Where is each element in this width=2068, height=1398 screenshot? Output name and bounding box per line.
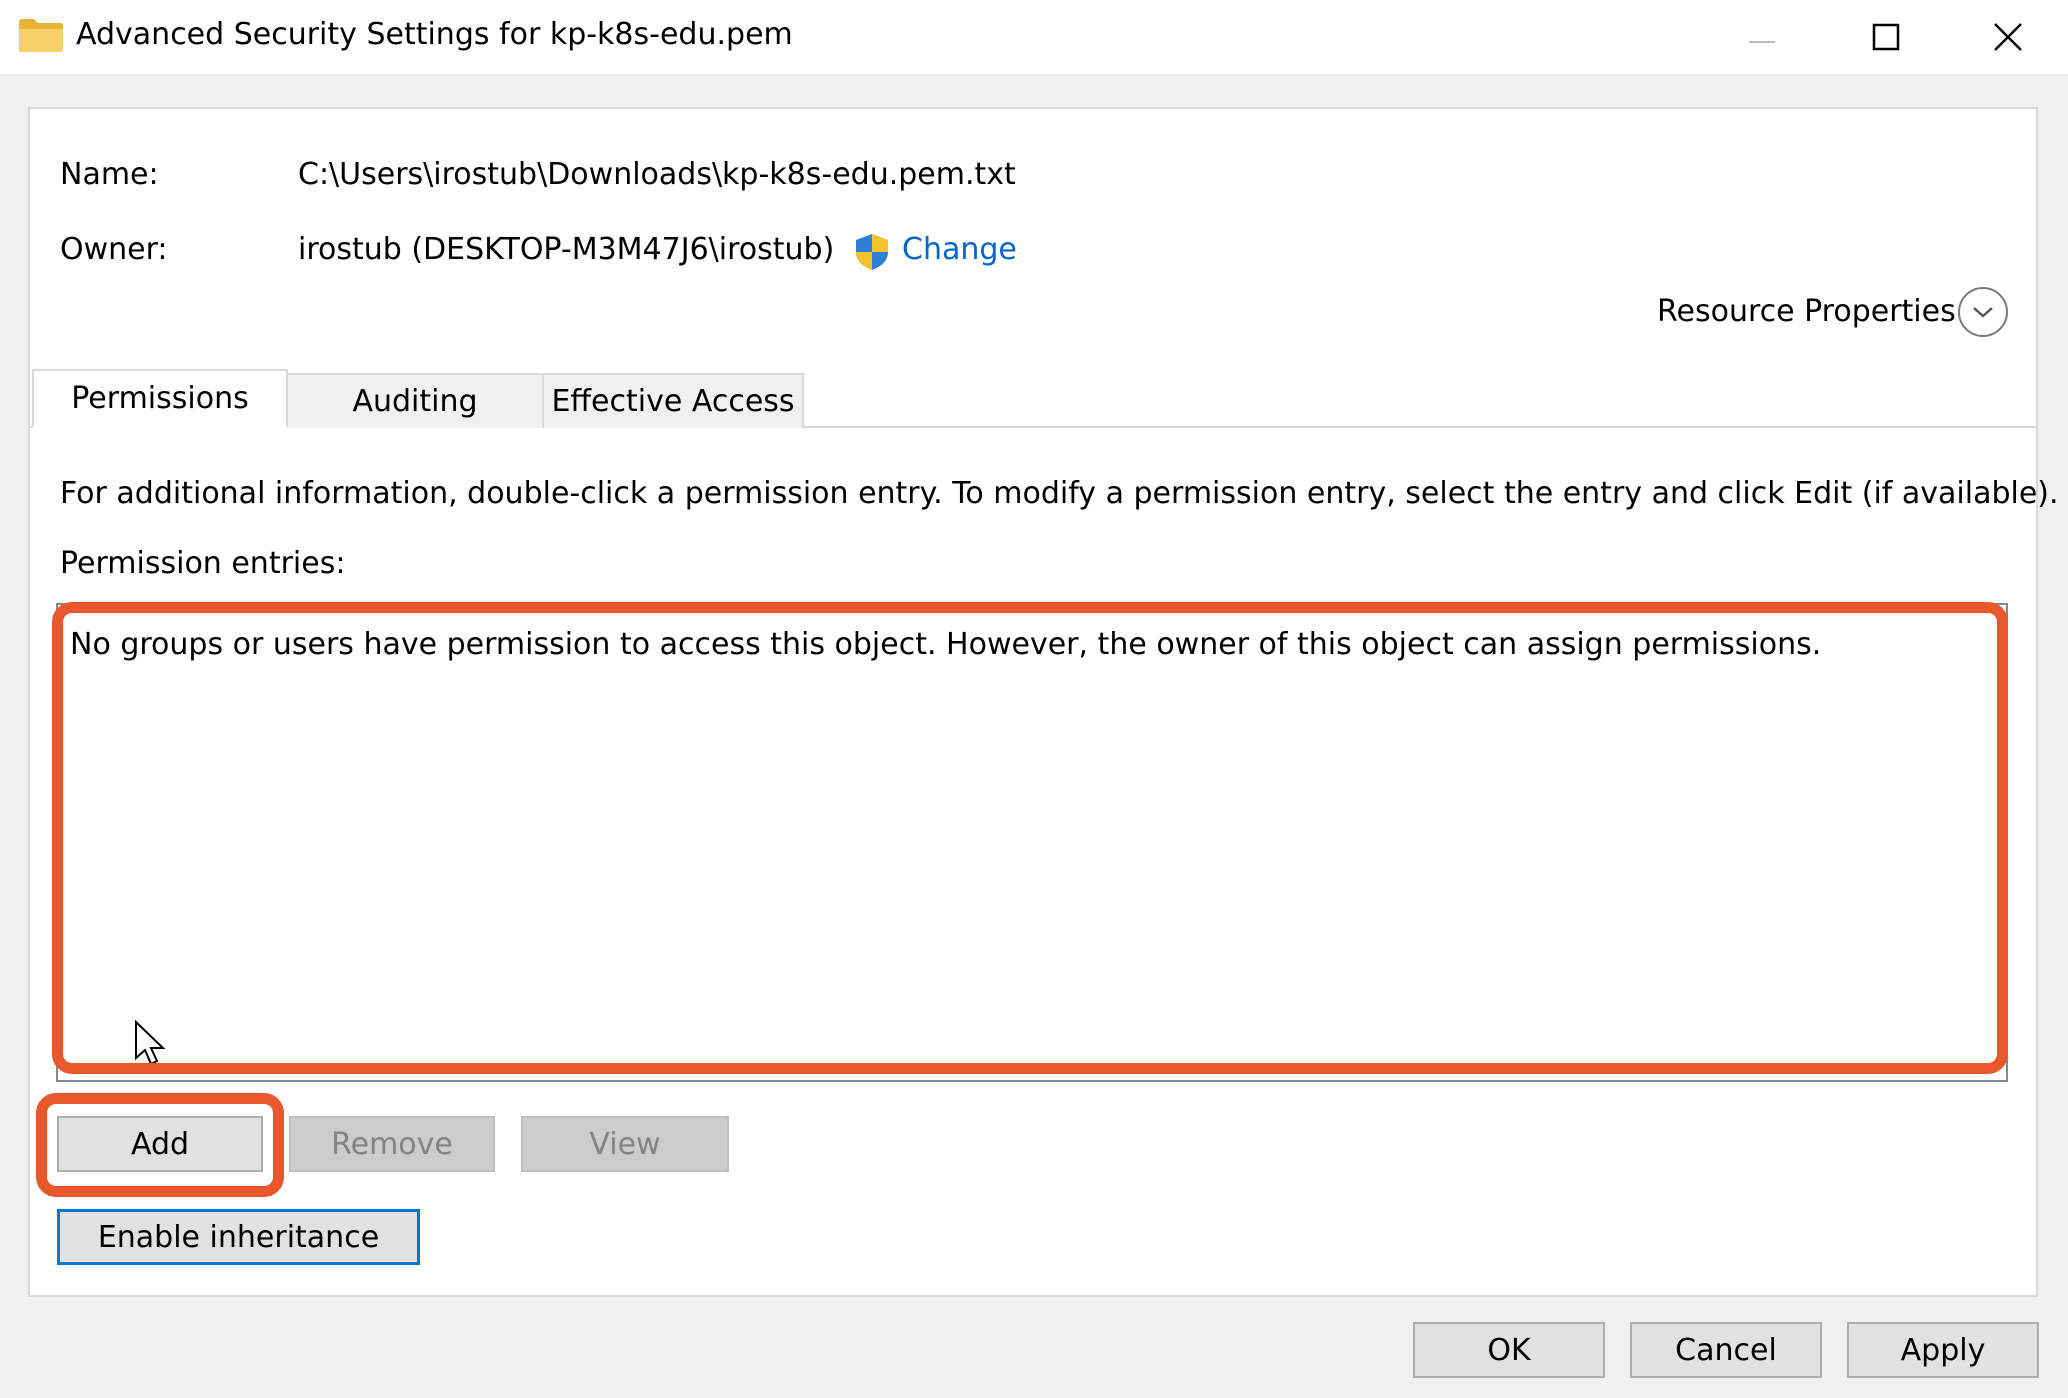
title-bar: Advanced Security Settings for kp-k8s-ed…: [0, 0, 2068, 74]
window-title: Advanced Security Settings for kp-k8s-ed…: [76, 17, 793, 52]
minimize-icon: [1749, 41, 1775, 43]
tab-effective-access[interactable]: Effective Access: [542, 373, 804, 428]
chevron-down-icon: [1973, 307, 1993, 318]
name-label: Name:: [60, 157, 159, 192]
mouse-cursor-icon: [135, 1020, 166, 1066]
minimize-button[interactable]: [1702, 0, 1822, 74]
tab-permissions[interactable]: Permissions: [32, 369, 288, 428]
owner-label: Owner:: [60, 232, 168, 267]
maximize-button[interactable]: [1826, 0, 1946, 74]
empty-permissions-message: No groups or users have permission to ac…: [70, 627, 1822, 662]
folder-icon: [19, 19, 63, 52]
ok-button[interactable]: OK: [1413, 1322, 1605, 1378]
change-owner-link[interactable]: Change: [902, 230, 1017, 270]
close-icon: [1994, 23, 2022, 51]
view-button[interactable]: View: [521, 1116, 729, 1172]
close-button[interactable]: [1948, 0, 2068, 74]
permission-entries-label: Permission entries:: [60, 546, 346, 581]
apply-button[interactable]: Apply: [1847, 1322, 2039, 1378]
resource-properties-expand-button[interactable]: [1958, 287, 2008, 337]
resource-properties-label: Resource Properties: [1657, 294, 1956, 329]
remove-button[interactable]: Remove: [289, 1116, 495, 1172]
name-value: C:\Users\irostub\Downloads\kp-k8s-edu.pe…: [298, 157, 1016, 192]
owner-value: irostub (DESKTOP-M3M47J6\irostub): [298, 232, 835, 267]
permissions-info-text: For additional information, double-click…: [60, 476, 2059, 511]
maximize-icon: [1872, 23, 1900, 51]
permission-entries-list[interactable]: No groups or users have permission to ac…: [56, 603, 2008, 1082]
uac-shield-icon: [856, 234, 888, 270]
tab-auditing[interactable]: Auditing: [286, 373, 544, 428]
enable-inheritance-button[interactable]: Enable inheritance: [57, 1209, 420, 1265]
cancel-button[interactable]: Cancel: [1630, 1322, 1822, 1378]
add-button[interactable]: Add: [57, 1116, 263, 1172]
